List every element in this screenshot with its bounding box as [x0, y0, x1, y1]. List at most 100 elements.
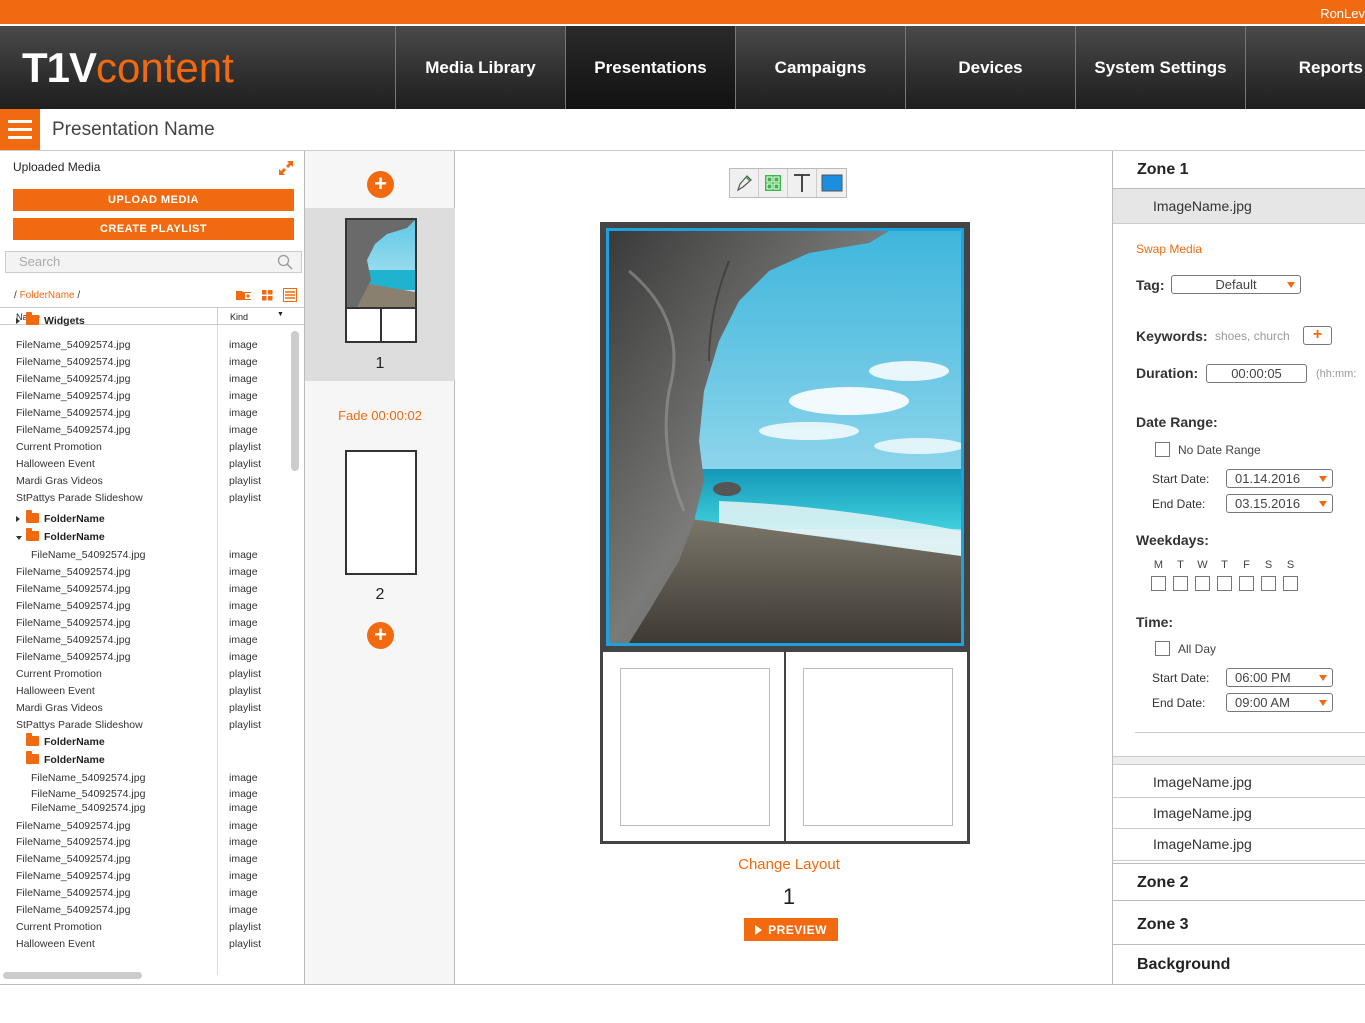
zone-2-header[interactable]: Zone 2	[1113, 863, 1365, 901]
zone-3-area[interactable]	[786, 652, 967, 841]
nav-media-library[interactable]: Media Library	[395, 26, 565, 109]
file-row[interactable]: FileName_54092574.jpg image	[0, 633, 288, 649]
nav-reports[interactable]: Reports	[1245, 26, 1365, 109]
no-date-range-checkbox[interactable]	[1155, 442, 1170, 457]
start-date-select[interactable]: 01.14.2016	[1226, 469, 1333, 488]
file-row[interactable]: FileName_54092574.jpg image	[0, 869, 288, 885]
file-row[interactable]: FileName_54092574.jpg image	[0, 355, 288, 371]
zone-1-media-item[interactable]: ImageName.jpg	[1113, 798, 1365, 829]
file-row[interactable]: FileName_54092574.jpg image	[0, 903, 288, 919]
zone-2-area[interactable]	[603, 652, 784, 841]
folder-row[interactable]: FolderName	[0, 751, 288, 769]
time-start-select[interactable]: 06:00 PM	[1226, 668, 1333, 687]
weekday-checkbox[interactable]	[1173, 576, 1188, 591]
file-row[interactable]: FileName_54092574.jpg image	[0, 801, 288, 817]
expand-arrow-icon[interactable]	[16, 516, 20, 522]
nav-system-settings[interactable]: System Settings	[1075, 26, 1245, 109]
file-row[interactable]: FileName_54092574.jpg image	[0, 338, 288, 354]
file-row[interactable]: FileName_54092574.jpg image	[0, 548, 288, 564]
duration-input[interactable]: 00:00:05	[1206, 364, 1307, 383]
collapse-arrow-icon[interactable]	[16, 536, 22, 540]
new-folder-icon[interactable]	[236, 289, 252, 301]
zone-1-area[interactable]	[606, 228, 964, 646]
file-row[interactable]: FileName_54092574.jpg image	[0, 406, 288, 422]
transition-label[interactable]: Fade 00:00:02	[305, 408, 455, 423]
file-row[interactable]: Current Promotion playlist	[0, 920, 288, 936]
file-row[interactable]: FileName_54092574.jpg image	[0, 650, 288, 666]
file-row[interactable]: FileName_54092574.jpg image	[0, 771, 288, 787]
file-row[interactable]: FileName_54092574.jpg image	[0, 389, 288, 405]
zone-1-media-item[interactable]: ImageName.jpg	[1113, 829, 1365, 861]
background-header[interactable]: Background	[1113, 945, 1365, 985]
shape-tool-button[interactable]	[817, 169, 846, 197]
file-row[interactable]: FileName_54092574.jpg image	[0, 565, 288, 581]
pen-tool-button[interactable]	[730, 169, 759, 197]
logo[interactable]: T1Vcontent	[22, 44, 234, 92]
file-row[interactable]: StPattys Parade Slideshow playlist	[0, 491, 288, 507]
search-icon[interactable]	[277, 254, 293, 270]
vertical-scrollbar[interactable]	[291, 331, 299, 471]
text-tool-button[interactable]	[788, 169, 817, 197]
slide-1[interactable]: 1	[305, 208, 455, 381]
file-row[interactable]: Mardi Gras Videos playlist	[0, 701, 288, 717]
file-row[interactable]: FileName_54092574.jpg image	[0, 599, 288, 615]
slide-2-thumbnail[interactable]	[345, 450, 417, 575]
create-playlist-button[interactable]: CREATE PLAYLIST	[13, 218, 294, 240]
folder-row[interactable]: FolderName	[0, 510, 288, 528]
grid-view-icon[interactable]	[262, 289, 273, 301]
file-row[interactable]: Mardi Gras Videos playlist	[0, 474, 288, 490]
file-row[interactable]: FileName_54092574.jpg image	[0, 423, 288, 439]
file-row[interactable]: Halloween Event playlist	[0, 937, 288, 953]
file-row[interactable]: FileName_54092574.jpg image	[0, 372, 288, 388]
preview-button[interactable]: PREVIEW	[744, 918, 838, 941]
widget-tool-button[interactable]	[759, 169, 788, 197]
file-row[interactable]: Halloween Event playlist	[0, 684, 288, 700]
file-row[interactable]: StPattys Parade Slideshow playlist	[0, 718, 288, 734]
weekday-checkbox[interactable]	[1217, 576, 1232, 591]
file-row[interactable]: FileName_54092574.jpg image	[0, 835, 288, 851]
swap-media-link[interactable]: Swap Media	[1136, 242, 1202, 256]
nav-devices[interactable]: Devices	[905, 26, 1075, 109]
file-row[interactable]: FileName_54092574.jpg image	[0, 852, 288, 868]
weekday-checkbox[interactable]	[1283, 576, 1298, 591]
menu-button[interactable]	[0, 109, 40, 150]
weekday-checkbox[interactable]	[1151, 576, 1166, 591]
folder-row[interactable]: FolderName	[0, 528, 288, 546]
tag-select[interactable]: Default	[1171, 275, 1301, 294]
folder-row[interactable]: FolderName	[0, 733, 288, 751]
zone-3-header[interactable]: Zone 3	[1113, 904, 1365, 945]
horizontal-scrollbar[interactable]	[3, 972, 142, 979]
search-input[interactable]: Search	[5, 251, 302, 273]
add-slide-top-button[interactable]: +	[367, 171, 394, 198]
file-row[interactable]: Current Promotion playlist	[0, 440, 288, 456]
list-view-icon[interactable]	[283, 288, 297, 302]
keywords-value[interactable]: shoes, church	[1215, 329, 1290, 343]
file-row[interactable]: FileName_54092574.jpg image	[0, 616, 288, 632]
all-day-checkbox[interactable]	[1155, 641, 1170, 656]
end-date-select[interactable]: 03.15.2016	[1226, 494, 1333, 513]
presentation-title[interactable]: Presentation Name	[52, 119, 215, 141]
file-row[interactable]: Current Promotion playlist	[0, 667, 288, 683]
file-row[interactable]: FileName_54092574.jpg image	[0, 819, 288, 835]
expand-arrow-icon[interactable]	[16, 318, 20, 324]
expand-icon[interactable]	[277, 159, 295, 177]
zone-1-selected-media[interactable]: ImageName.jpg	[1113, 189, 1365, 224]
breadcrumb-folder[interactable]: FolderName	[20, 290, 75, 301]
add-slide-bottom-button[interactable]: +	[367, 622, 394, 649]
nav-campaigns[interactable]: Campaigns	[735, 26, 905, 109]
change-layout-link[interactable]: Change Layout	[456, 856, 1122, 873]
weekday-checkbox[interactable]	[1239, 576, 1254, 591]
add-keyword-button[interactable]: +	[1303, 326, 1332, 345]
time-end-select[interactable]: 09:00 AM	[1226, 693, 1333, 712]
zone-1-header[interactable]: Zone 1	[1113, 151, 1365, 189]
file-row[interactable]: Halloween Event playlist	[0, 457, 288, 473]
weekday-checkbox[interactable]	[1261, 576, 1276, 591]
nav-presentations[interactable]: Presentations	[565, 26, 735, 109]
user-name[interactable]: RonLev	[1320, 6, 1365, 21]
file-row[interactable]: FileName_54092574.jpg image	[0, 886, 288, 902]
folder-row[interactable]: Widgets	[0, 312, 288, 330]
weekday-checkbox[interactable]	[1195, 576, 1210, 591]
zone-1-media-item[interactable]: ImageName.jpg	[1113, 767, 1365, 798]
file-row[interactable]: FileName_54092574.jpg image	[0, 582, 288, 598]
upload-media-button[interactable]: UPLOAD MEDIA	[13, 189, 294, 211]
